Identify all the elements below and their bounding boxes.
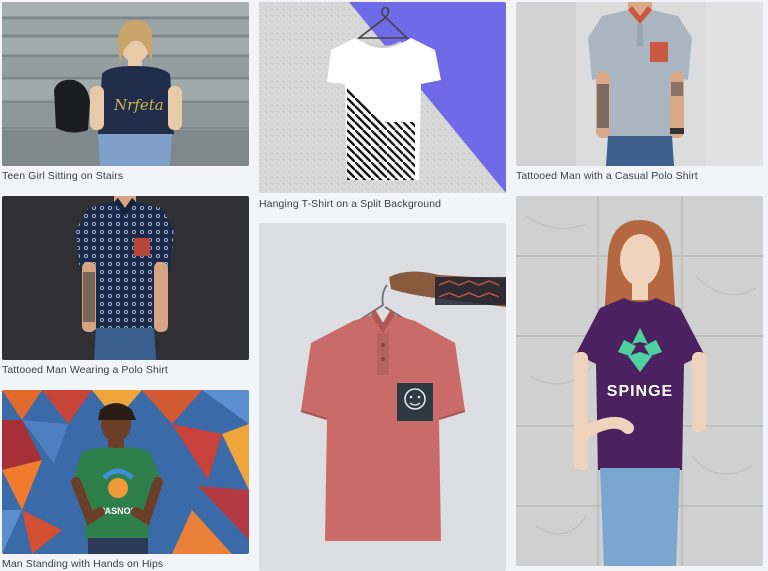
mockup-thumbnail[interactable] bbox=[259, 223, 506, 571]
mockup-thumbnail[interactable]: Nrfeta bbox=[2, 2, 249, 166]
mockup-card-hands-on-hips[interactable]: PASNOS Man Standing with Hands on Hips bbox=[2, 390, 249, 571]
mockup-card-hanging-tshirt[interactable]: Hanging T-Shirt on a Split Background bbox=[259, 2, 506, 212]
mockup-card-casual-polo[interactable]: Tattooed Man with a Casual Polo Shirt bbox=[516, 2, 763, 185]
shirt-print-text: Nrfeta bbox=[113, 96, 164, 114]
shirt-print-text: SPINGE bbox=[607, 383, 673, 400]
mockup-title[interactable]: Tattooed Man with a Casual Polo Shirt bbox=[516, 170, 698, 182]
mockup-thumbnail[interactable] bbox=[2, 196, 249, 360]
mockup-card-hanging-polo[interactable] bbox=[259, 223, 506, 571]
mockup-card-purple-tee[interactable]: SPINGE bbox=[516, 196, 763, 566]
mockup-title[interactable]: Hanging T-Shirt on a Split Background bbox=[259, 198, 441, 210]
mockup-thumbnail[interactable]: PASNOS bbox=[2, 390, 249, 554]
mockup-title[interactable]: Tattooed Man Wearing a Polo Shirt bbox=[2, 364, 168, 376]
mockup-title[interactable]: Man Standing with Hands on Hips bbox=[2, 558, 163, 570]
mockup-thumbnail[interactable]: SPINGE bbox=[516, 196, 763, 566]
mockup-thumbnail[interactable] bbox=[516, 2, 763, 166]
mockup-card-teen-girl-stairs[interactable]: Nrfeta Teen Girl Sitting on Stairs bbox=[2, 2, 249, 185]
mockup-title[interactable]: Teen Girl Sitting on Stairs bbox=[2, 170, 123, 182]
shirt-print-text: PASNOS bbox=[99, 506, 136, 516]
mockup-thumbnail[interactable] bbox=[259, 2, 506, 193]
mockup-card-pattern-polo[interactable]: Tattooed Man Wearing a Polo Shirt bbox=[2, 196, 249, 379]
mockup-gallery: Nrfeta Teen Girl Sitting on Stairs Hangi… bbox=[0, 0, 768, 571]
